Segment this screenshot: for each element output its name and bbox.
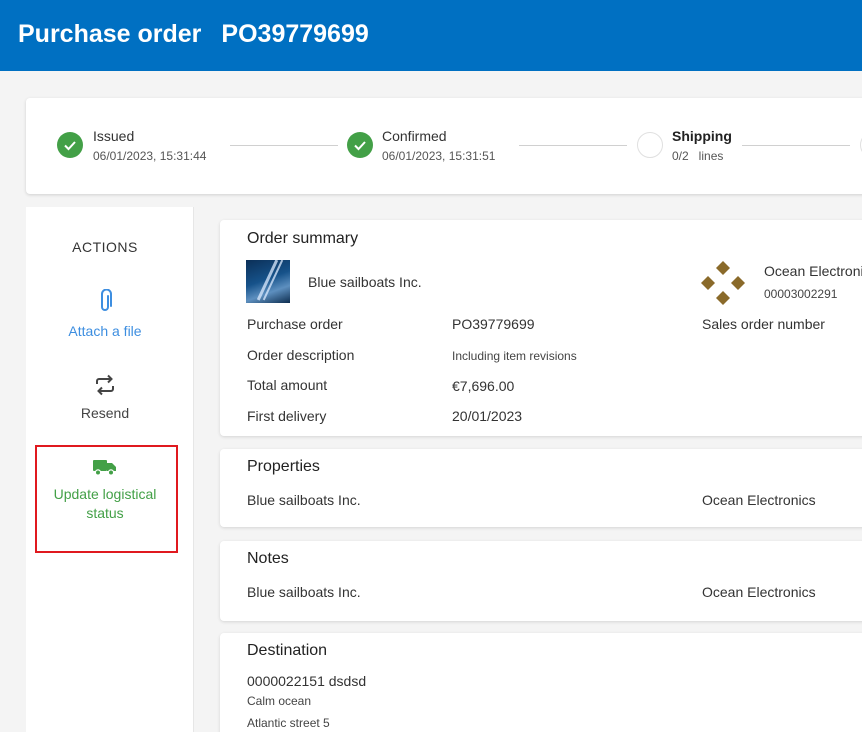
order-summary-title: Order summary <box>247 230 359 247</box>
destination-line2: Atlantic street 5 <box>247 716 330 730</box>
step-issued-label: Issued <box>93 128 135 144</box>
app-header: Purchase order PO39779699 <box>0 0 862 71</box>
paperclip-icon <box>101 289 112 311</box>
properties-card: Properties Blue sailboats Inc. Ocean Ele… <box>220 449 862 527</box>
empty-circle-icon <box>637 132 663 158</box>
first-delivery-value: 20/01/2023 <box>452 408 523 424</box>
total-amount-value: €7,696.00 <box>452 378 515 394</box>
step-issued-date: 06/01/2023, 15:31:44 <box>93 149 207 163</box>
notes-buyer: Blue sailboats Inc. <box>247 584 361 600</box>
seller-id: 00003002291 <box>764 287 838 301</box>
properties-seller: Ocean Electronics <box>702 492 816 508</box>
status-tracker: Issued 06/01/2023, 15:31:44 Confirmed 06… <box>26 98 862 194</box>
repeat-icon <box>96 374 114 396</box>
destination-title: Destination <box>247 642 328 659</box>
destination-card: Destination 0000022151 dsdsd Calm ocean … <box>220 633 862 732</box>
seller-name: Ocean Electronics <box>764 263 862 279</box>
sales-order-number-label: Sales order number <box>702 316 825 332</box>
purchase-order-value: PO39779699 <box>452 316 535 332</box>
resend-button[interactable]: Resend <box>26 373 184 421</box>
notes-card: Notes Blue sailboats Inc. Ocean Electron… <box>220 541 862 621</box>
destination-code: 0000022151 dsdsd <box>247 673 367 689</box>
attach-file-button[interactable]: Attach a file <box>26 289 184 339</box>
check-icon <box>57 132 83 158</box>
step-connector <box>230 145 338 146</box>
step-confirmed-label: Confirmed <box>382 128 447 144</box>
order-description-label: Order description <box>247 347 355 363</box>
purchase-order-label: Purchase order <box>247 316 343 332</box>
step-connector <box>519 145 627 146</box>
step-shipping-label: Shipping <box>672 128 732 144</box>
notes-seller: Ocean Electronics <box>702 584 816 600</box>
page-title-po-number: PO39779699 <box>221 20 369 48</box>
notes-title: Notes <box>247 550 289 567</box>
step-shipping-lines: 0/2 lines <box>672 149 724 163</box>
properties-buyer: Blue sailboats Inc. <box>247 492 361 508</box>
selection-highlight <box>35 445 178 553</box>
destination-line1: Calm ocean <box>247 694 312 708</box>
step-confirmed-date: 06/01/2023, 15:31:51 <box>382 149 496 163</box>
order-summary-card: Order summary Blue sailboats Inc. Ocean … <box>220 220 862 436</box>
total-amount-label: Total amount <box>247 377 328 393</box>
attach-file-label: Attach a file <box>68 323 142 339</box>
check-icon <box>347 132 373 158</box>
page-title: Purchase order PO39779699 <box>18 20 369 49</box>
first-delivery-label: First delivery <box>247 408 327 424</box>
buyer-name: Blue sailboats Inc. <box>308 274 422 290</box>
step-connector <box>742 145 850 146</box>
resend-label: Resend <box>80 405 130 421</box>
actions-heading: ACTIONS <box>72 239 138 255</box>
order-description-value: Including item revisions <box>452 349 577 363</box>
buyer-logo <box>246 260 290 303</box>
seller-logo <box>701 261 745 305</box>
page-title-label: Purchase order <box>18 20 202 48</box>
properties-title: Properties <box>247 458 320 475</box>
actions-panel: ACTIONS Attach a file Resend Update logi… <box>26 207 194 732</box>
